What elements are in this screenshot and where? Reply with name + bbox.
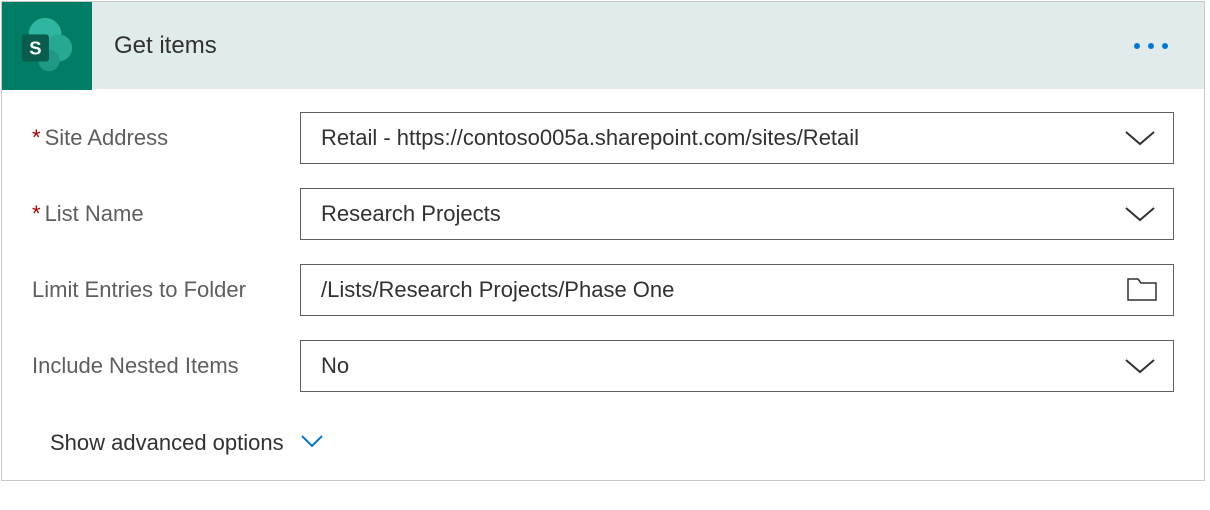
card-header[interactable]: S Get items [2,2,1204,90]
card-menu-button[interactable] [1134,43,1168,49]
field-row-list-name: *List Name Research Projects [32,188,1174,240]
field-label-limit-folder: Limit Entries to Folder [32,277,300,303]
list-name-dropdown[interactable]: Research Projects [300,188,1174,240]
chevron-down-icon [300,434,324,453]
field-label-site-address: *Site Address [32,125,300,151]
field-row-site-address: *Site Address Retail - https://contoso00… [32,112,1174,164]
field-label-include-nested: Include Nested Items [32,353,300,379]
site-address-value: Retail - https://contoso005a.sharepoint.… [321,125,1123,151]
list-name-value: Research Projects [321,201,1123,227]
field-row-include-nested: Include Nested Items No [32,340,1174,392]
chevron-down-icon [1123,128,1157,148]
include-nested-dropdown[interactable]: No [300,340,1174,392]
card-title: Get items [114,32,1134,60]
include-nested-value: No [321,353,1123,379]
required-asterisk: * [32,201,41,226]
sharepoint-icon: S [2,2,92,90]
required-asterisk: * [32,125,41,150]
ellipsis-icon [1134,43,1168,49]
field-row-limit-folder: Limit Entries to Folder /Lists/Research … [32,264,1174,316]
folder-picker-icon[interactable] [1127,278,1157,302]
site-address-dropdown[interactable]: Retail - https://contoso005a.sharepoint.… [300,112,1174,164]
svg-text:S: S [29,37,41,58]
limit-folder-input[interactable]: /Lists/Research Projects/Phase One [300,264,1174,316]
chevron-down-icon [1123,356,1157,376]
show-advanced-label: Show advanced options [50,430,284,456]
chevron-down-icon [1123,204,1157,224]
show-advanced-toggle[interactable]: Show advanced options [50,430,324,456]
action-card: S Get items *Site Address Retail - https… [1,1,1205,481]
field-label-list-name: *List Name [32,201,300,227]
card-body: *Site Address Retail - https://contoso00… [2,90,1204,480]
limit-folder-value: /Lists/Research Projects/Phase One [321,277,1127,303]
